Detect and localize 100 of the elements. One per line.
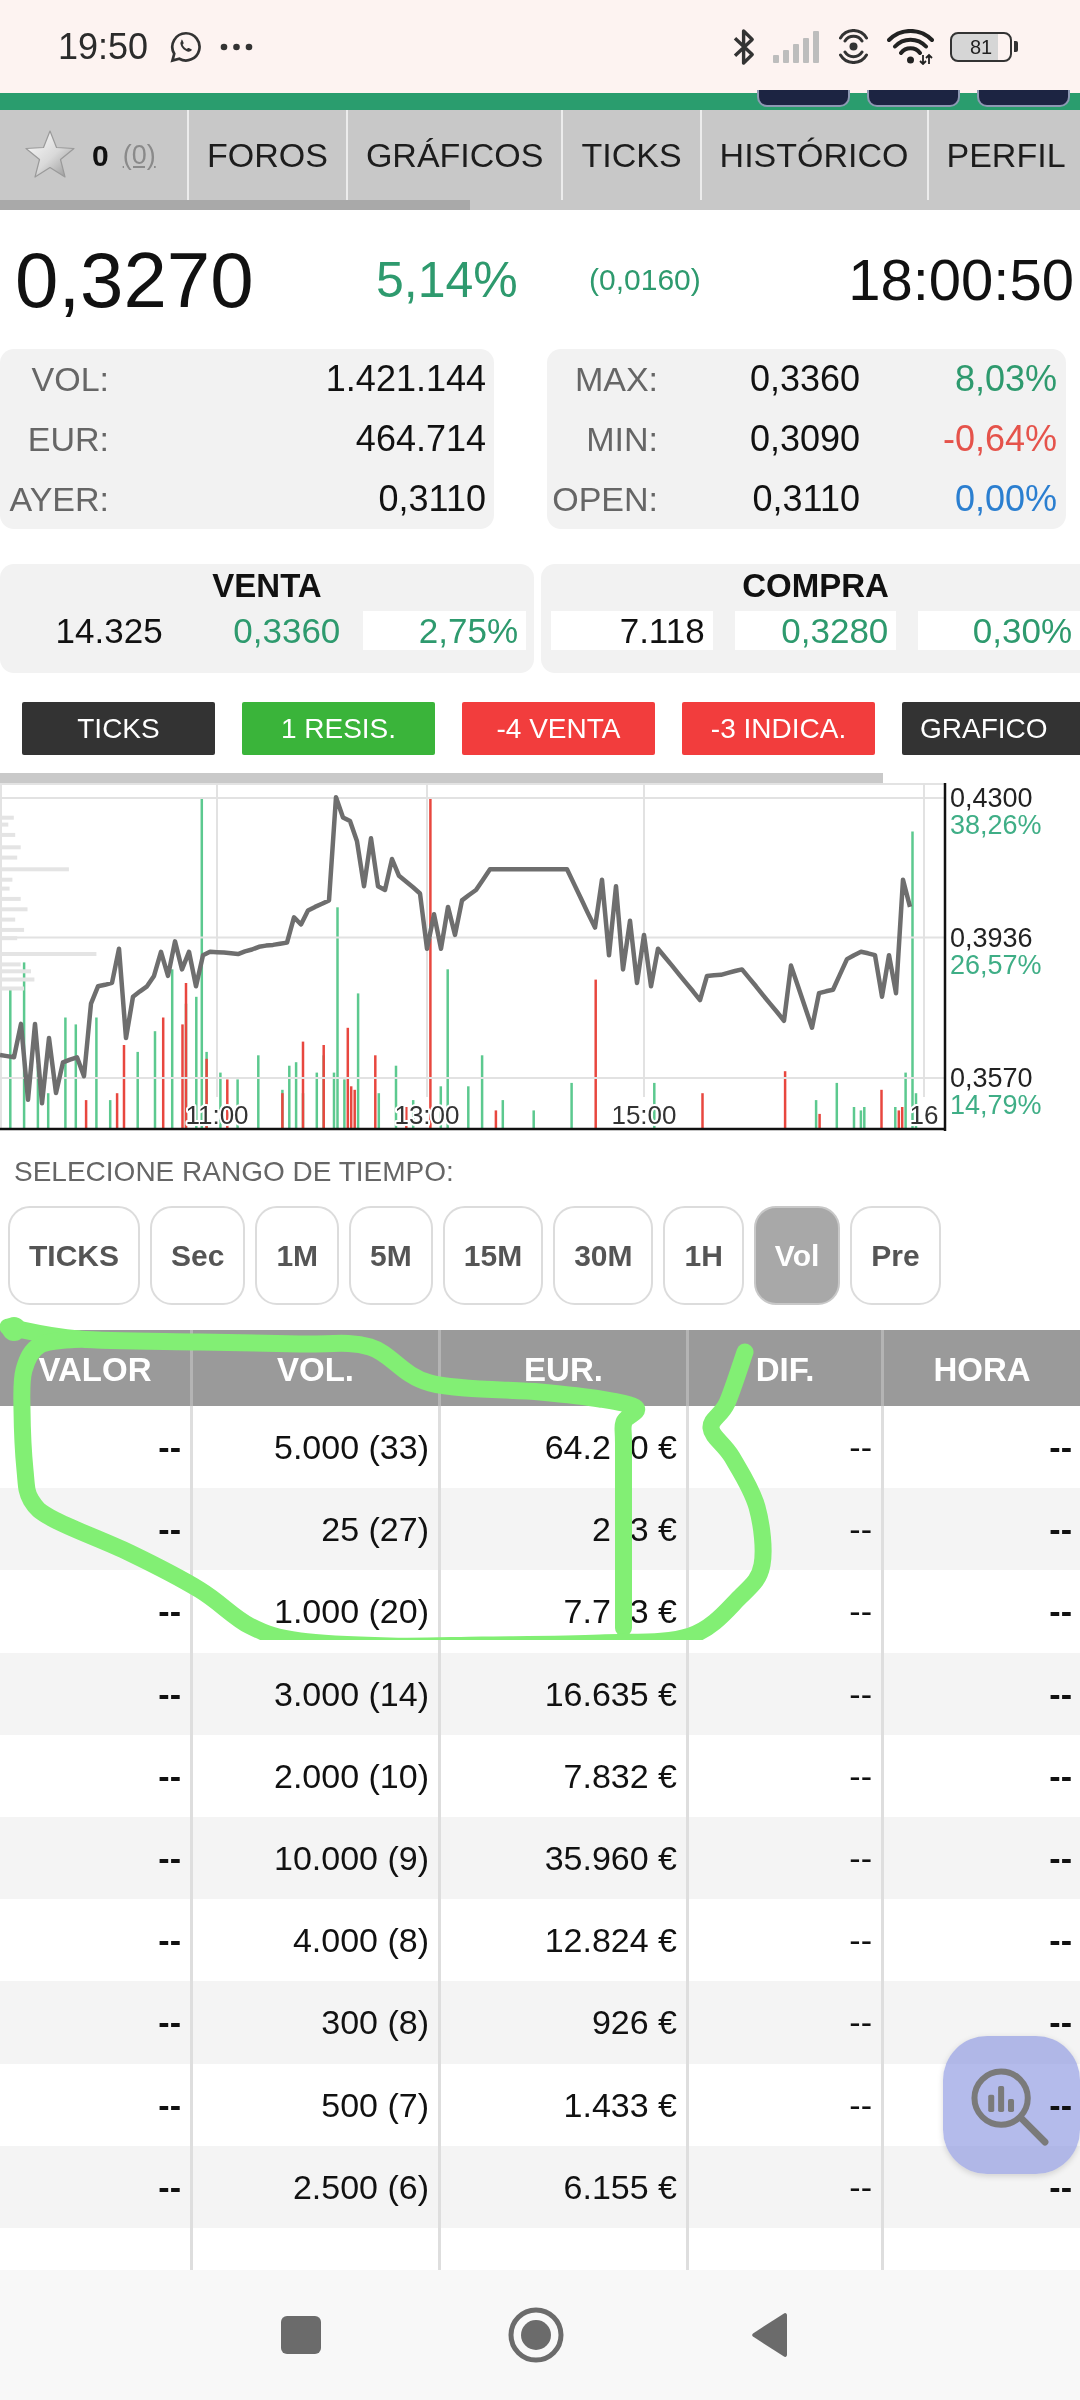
range-option[interactable]: 15M: [442, 1206, 544, 1305]
range-option[interactable]: 1M: [255, 1206, 340, 1305]
order-side-title: VENTA: [211, 566, 323, 606]
floating-action-button[interactable]: [943, 2036, 1080, 2174]
status-time: 19:50: [58, 28, 149, 65]
table-cell: --: [849, 1428, 872, 1466]
table-cell: --: [1049, 1921, 1072, 1960]
order-value: 14.325: [54, 611, 164, 650]
table-cell: --: [1049, 2085, 1072, 2124]
y-tick-label: 0,3570: [950, 1063, 1033, 1093]
table-cell: --: [1049, 1674, 1072, 1713]
last-price: 0,3270: [15, 240, 255, 319]
toolbar-button[interactable]: [867, 90, 960, 107]
stat-value: 1.421.144: [324, 357, 486, 401]
percent-label: 14,79%: [950, 1090, 1042, 1120]
table-cell: 2.500 (6): [292, 2167, 429, 2206]
stat-label: EUR:: [26, 418, 109, 460]
tab[interactable]: TICKS: [561, 110, 700, 200]
order-side-title: COMPRA: [741, 566, 890, 606]
range-option[interactable]: Pre: [850, 1206, 941, 1305]
table-cell: 1.433 €: [563, 2085, 677, 2124]
table-cell: --: [1049, 1592, 1072, 1631]
order-value: 0,3280: [734, 611, 897, 650]
tab[interactable]: HISTÓRICO: [699, 110, 927, 200]
stat-change: -0,64%: [941, 417, 1057, 461]
more-icon: [220, 42, 254, 51]
table-cell: 12.824 €: [544, 1921, 677, 1960]
table-cell: --: [849, 1921, 872, 1960]
table-cell: --: [1049, 2003, 1072, 2042]
change-amount: (0,0160): [589, 264, 701, 295]
signal-button[interactable]: GRAFICO: [902, 702, 1080, 755]
order-value: 7.118: [551, 611, 713, 650]
y-tick-label: 0,3936: [950, 922, 1033, 953]
range-option[interactable]: 5M: [349, 1206, 433, 1305]
table-cell: --: [1049, 1510, 1072, 1549]
table-cell: --: [849, 1756, 872, 1795]
table-cell: --: [158, 2167, 181, 2206]
back-icon[interactable]: [751, 2312, 789, 2358]
table-cell: --: [1049, 2167, 1072, 2206]
order-value: 0,3360: [232, 611, 342, 650]
range-option[interactable]: 30M: [553, 1206, 654, 1305]
signal-button[interactable]: TICKS: [22, 702, 215, 755]
change-percent: 5,14%: [376, 254, 519, 305]
table-cell: --: [158, 1921, 181, 1960]
table-cell: --: [158, 1592, 181, 1631]
table-cell: 1.000 (20): [274, 1592, 429, 1631]
signal-button[interactable]: -3 INDICA.: [682, 702, 875, 755]
stat-label: MIN:: [585, 418, 658, 460]
y-tick-label: 0,4300: [950, 783, 1033, 813]
stat-label: OPEN:: [551, 478, 658, 520]
table-cell: 7.832 €: [563, 1756, 677, 1795]
table-cell: --: [849, 1838, 872, 1877]
signal-button[interactable]: -4 VENTA: [462, 702, 655, 755]
stat-change: 8,03%: [953, 357, 1057, 401]
range-option[interactable]: TICKS: [8, 1206, 140, 1305]
range-option[interactable]: 1H: [663, 1206, 744, 1305]
stat-value: 0,3110: [377, 477, 486, 521]
toolbar-button[interactable]: [757, 90, 850, 107]
percent-label: 38,26%: [950, 810, 1042, 840]
table-cell: --: [158, 2003, 181, 2042]
signal-bars-icon: [773, 30, 820, 63]
table-cell: --: [849, 1510, 872, 1549]
stat-value: 0,3110: [751, 477, 860, 521]
table-cell: --: [849, 2085, 872, 2124]
range-option[interactable]: Sec: [150, 1206, 246, 1305]
table-cell: 6.155 €: [563, 2167, 677, 2206]
range-label: SELECIONE RANGO DE TIEMPO:: [13, 1155, 454, 1189]
toolbar-button[interactable]: [977, 90, 1070, 107]
battery-level: 81: [969, 36, 993, 57]
table-cell: --: [158, 1428, 181, 1466]
table-cell: --: [158, 1756, 181, 1795]
table-cell: 35.960 €: [544, 1838, 677, 1877]
table-cell: 4.000 (8): [292, 1921, 429, 1960]
stat-value: 464.714: [354, 417, 486, 461]
wifi-icon: [887, 28, 934, 65]
table-cell: --: [1049, 1428, 1072, 1466]
home-icon[interactable]: [508, 2307, 564, 2363]
stat-change: 0,00%: [953, 477, 1057, 521]
bluetooth-icon: [731, 26, 757, 67]
table-cell: --: [158, 1674, 181, 1713]
tab[interactable]: PERFIL: [926, 110, 1080, 200]
stat-label: MAX:: [573, 358, 658, 400]
table-cell: 25 (27): [321, 1510, 429, 1549]
column-header: HORA: [932, 1350, 1032, 1390]
table-cell: --: [158, 1510, 181, 1549]
table-cell: --: [849, 1592, 872, 1631]
table-cell: --: [849, 2003, 872, 2042]
stat-value: 0,3360: [748, 357, 860, 401]
table-cell: --: [158, 1838, 181, 1877]
table-cell: --: [158, 2085, 181, 2124]
table-cell: 2.000 (10): [274, 1756, 429, 1795]
hotspot-icon: [836, 29, 871, 64]
table-cell: 500 (7): [321, 2085, 429, 2124]
table-cell: 926 €: [591, 2003, 677, 2042]
recent-apps-icon[interactable]: [281, 2316, 321, 2354]
quote-time: 18:00:50: [848, 250, 1074, 309]
order-value: 2,75%: [363, 611, 526, 650]
table-cell: --: [849, 1674, 872, 1713]
stat-label: AYER:: [8, 478, 109, 520]
table-cell: 5.000 (33): [274, 1428, 429, 1466]
